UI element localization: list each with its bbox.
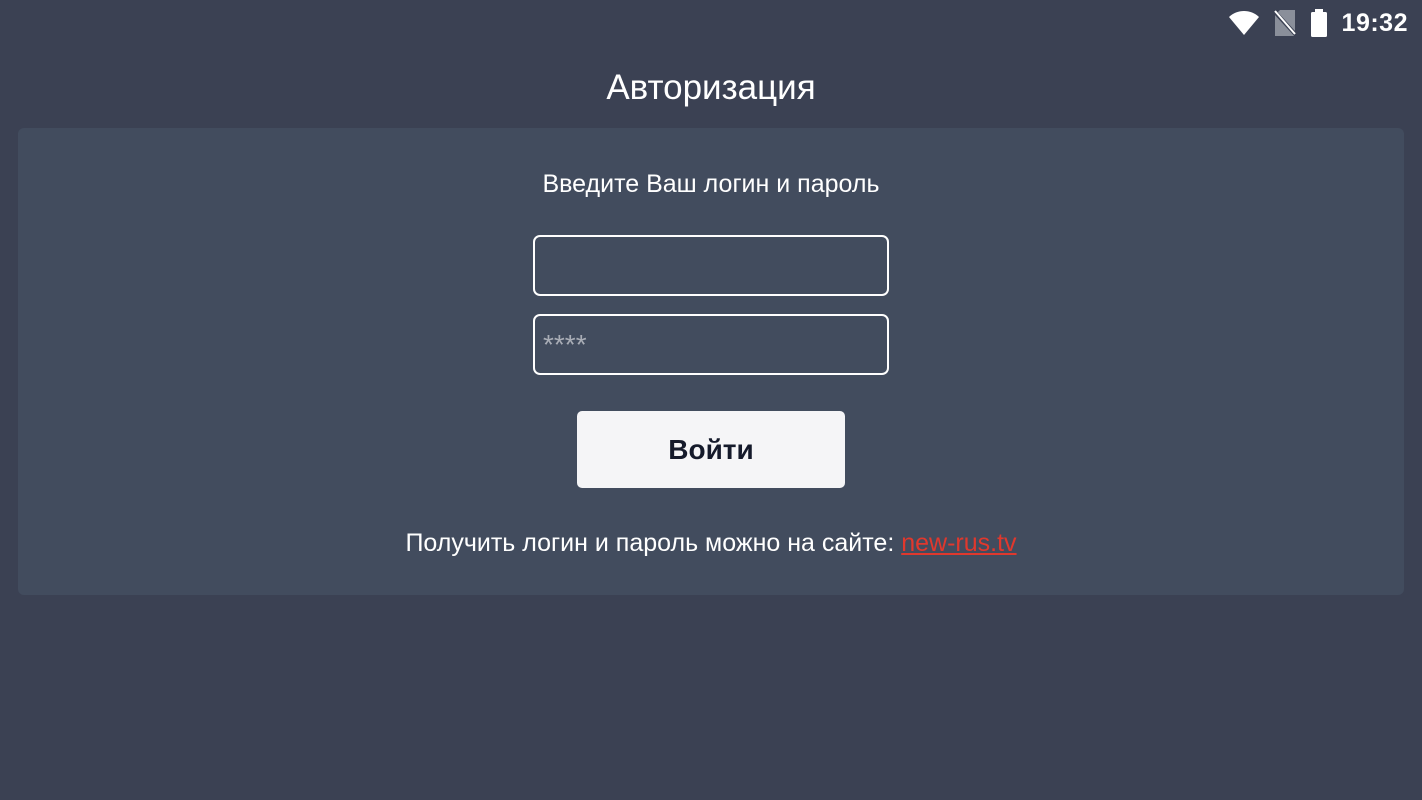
login-prompt: Введите Ваш логин и пароль (542, 170, 880, 198)
status-bar: 19:32 (0, 0, 1422, 46)
info-line: Получить логин и пароль можно на сайте: … (18, 527, 1404, 559)
page-title: Авторизация (606, 68, 816, 107)
info-text: Получить логин и пароль можно на сайте: (405, 529, 902, 557)
login-input[interactable] (533, 235, 889, 296)
status-icons: 19:32 (1228, 8, 1408, 38)
login-card: Введите Ваш логин и пароль Войти Получит… (18, 128, 1404, 595)
clock: 19:32 (1341, 8, 1408, 37)
no-sim-icon (1273, 9, 1296, 37)
password-input[interactable] (533, 314, 889, 375)
login-button[interactable]: Войти (577, 411, 845, 488)
wifi-icon (1228, 10, 1260, 36)
battery-icon (1310, 9, 1328, 37)
site-link[interactable]: new-rus.tv (901, 529, 1016, 557)
